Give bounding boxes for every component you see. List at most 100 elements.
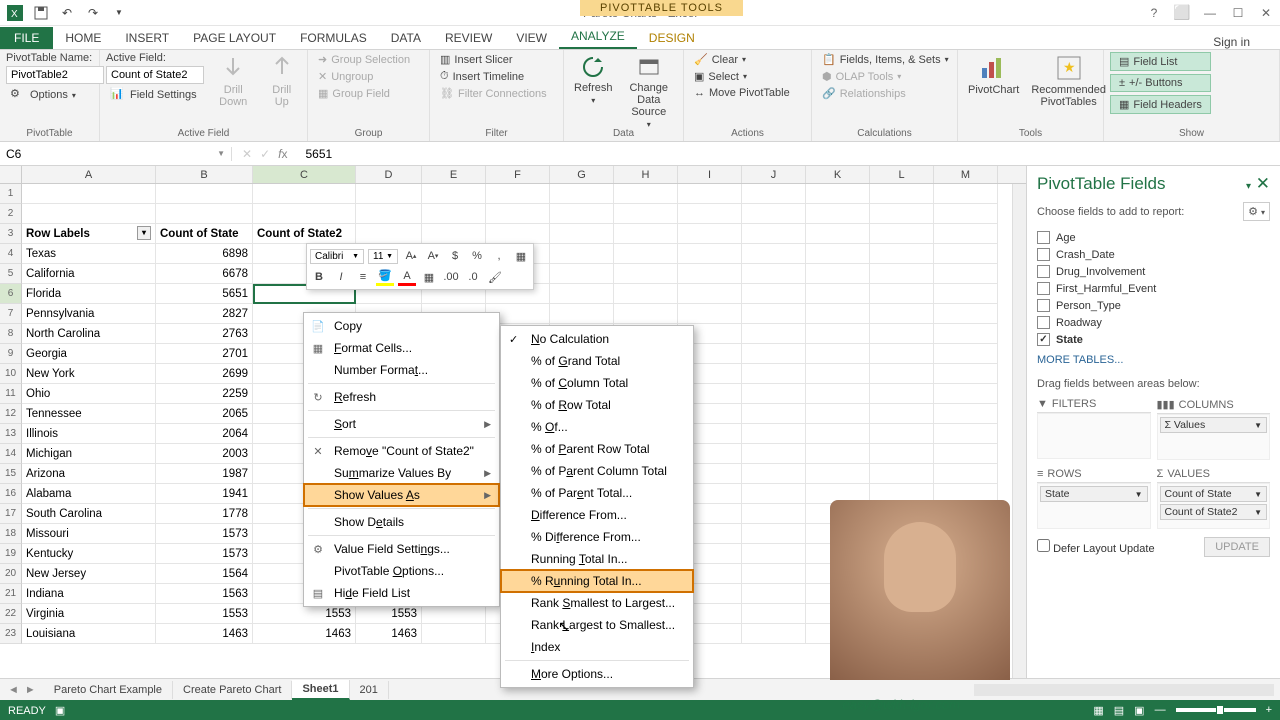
sub-grand-total[interactable]: % of Grand Total bbox=[501, 350, 693, 372]
cell[interactable] bbox=[742, 564, 806, 584]
cell[interactable] bbox=[422, 224, 486, 244]
cell[interactable]: 2064 bbox=[156, 424, 253, 444]
gear-icon[interactable]: ⚙ ▾ bbox=[1243, 202, 1270, 221]
row-header[interactable]: 20 bbox=[0, 564, 22, 584]
rows-pill[interactable]: State▼ bbox=[1040, 486, 1148, 502]
insert-timeline-button[interactable]: ⏱Insert Timeline bbox=[436, 69, 551, 84]
insert-slicer-button[interactable]: ▥Insert Slicer bbox=[436, 52, 551, 67]
ctx-format-cells[interactable]: ▦Format Cells... bbox=[304, 337, 499, 359]
sheet-tab-active[interactable]: Sheet1 bbox=[292, 680, 349, 700]
formula-input[interactable]: 5651 bbox=[297, 147, 1280, 161]
field-checkbox[interactable]: First_Harmful_Event bbox=[1037, 280, 1270, 297]
row-header[interactable]: 6 bbox=[0, 284, 22, 304]
clear-button[interactable]: 🧹Clear ▾ bbox=[690, 52, 794, 67]
column-header[interactable]: G bbox=[550, 166, 614, 183]
cell[interactable] bbox=[678, 224, 742, 244]
column-header[interactable]: F bbox=[486, 166, 550, 183]
cell[interactable] bbox=[934, 304, 998, 324]
help-icon[interactable]: ? bbox=[1140, 2, 1168, 24]
cell[interactable] bbox=[742, 464, 806, 484]
cell[interactable] bbox=[934, 464, 998, 484]
cell[interactable] bbox=[742, 224, 806, 244]
cell[interactable] bbox=[614, 204, 678, 224]
cell[interactable] bbox=[870, 324, 934, 344]
cell[interactable] bbox=[870, 464, 934, 484]
borders-icon[interactable]: ▦ bbox=[420, 268, 438, 286]
field-checkbox[interactable]: Person_Type bbox=[1037, 297, 1270, 314]
cell[interactable] bbox=[156, 184, 253, 204]
signin-link[interactable]: Sign in bbox=[1213, 35, 1250, 49]
cell[interactable] bbox=[870, 244, 934, 264]
cell[interactable] bbox=[356, 184, 422, 204]
field-list-toggle[interactable]: ▤Field List bbox=[1110, 52, 1211, 71]
cell[interactable] bbox=[550, 244, 614, 264]
cell[interactable] bbox=[870, 384, 934, 404]
ctx-copy[interactable]: 📄Copy bbox=[304, 315, 499, 337]
rows-area[interactable]: State▼ bbox=[1037, 483, 1151, 529]
cell[interactable] bbox=[934, 264, 998, 284]
row-header[interactable]: 13 bbox=[0, 424, 22, 444]
sheet-nav-prev-icon[interactable]: ◄ bbox=[8, 684, 19, 696]
sub-parent-column[interactable]: % of Parent Column Total bbox=[501, 460, 693, 482]
sub-running-total[interactable]: Running Total In... bbox=[501, 548, 693, 570]
fields-pane-close-icon[interactable]: ✕ bbox=[1256, 174, 1270, 193]
cell[interactable] bbox=[550, 204, 614, 224]
cell[interactable] bbox=[806, 204, 870, 224]
percent-format-icon[interactable]: % bbox=[468, 247, 486, 265]
cell[interactable]: 1778 bbox=[156, 504, 253, 524]
font-select[interactable]: Calibri ▼ bbox=[310, 249, 364, 264]
row-header[interactable]: 2 bbox=[0, 204, 22, 224]
cell[interactable] bbox=[934, 384, 998, 404]
cell[interactable] bbox=[742, 304, 806, 324]
cell[interactable]: Count of State bbox=[156, 224, 253, 244]
values-area[interactable]: Count of State▼ Count of State2▼ bbox=[1157, 483, 1271, 529]
cell[interactable] bbox=[870, 284, 934, 304]
column-header[interactable]: K bbox=[806, 166, 870, 183]
cell[interactable] bbox=[614, 304, 678, 324]
italic-icon[interactable]: I bbox=[332, 268, 350, 286]
cell[interactable] bbox=[934, 184, 998, 204]
tab-analyze[interactable]: ANALYZE bbox=[559, 25, 637, 49]
redo-icon[interactable]: ↷ bbox=[84, 4, 102, 22]
row-header[interactable]: 3 bbox=[0, 224, 22, 244]
cell[interactable]: Virginia bbox=[22, 604, 156, 624]
cell[interactable]: Missouri bbox=[22, 524, 156, 544]
cell[interactable] bbox=[678, 184, 742, 204]
cell[interactable] bbox=[356, 204, 422, 224]
row-header[interactable]: 16 bbox=[0, 484, 22, 504]
sub-rank-largest[interactable]: Rank Largest to Smallest... bbox=[501, 614, 693, 636]
defer-layout-checkbox[interactable]: Defer Layout Update bbox=[1037, 539, 1155, 555]
sub-pct-difference[interactable]: % Difference From... bbox=[501, 526, 693, 548]
cell[interactable] bbox=[614, 244, 678, 264]
cell[interactable]: 1573 bbox=[156, 524, 253, 544]
cell[interactable] bbox=[742, 484, 806, 504]
ctx-show-details[interactable]: Show Details bbox=[304, 511, 499, 533]
cell[interactable]: Michigan bbox=[22, 444, 156, 464]
sub-of[interactable]: % Of... bbox=[501, 416, 693, 438]
cell[interactable]: Tennessee bbox=[22, 404, 156, 424]
ctx-summarize[interactable]: Summarize Values By▶ bbox=[304, 462, 499, 484]
field-checkbox[interactable]: State bbox=[1037, 331, 1270, 348]
cell[interactable] bbox=[678, 244, 742, 264]
cell[interactable] bbox=[356, 224, 422, 244]
cell[interactable]: 2701 bbox=[156, 344, 253, 364]
tab-view[interactable]: VIEW bbox=[504, 27, 559, 49]
cell[interactable] bbox=[742, 184, 806, 204]
row-header[interactable]: 22 bbox=[0, 604, 22, 624]
column-header[interactable]: E bbox=[422, 166, 486, 183]
cell[interactable]: 1564 bbox=[156, 564, 253, 584]
cell[interactable]: Texas bbox=[22, 244, 156, 264]
cell[interactable] bbox=[870, 204, 934, 224]
cell[interactable] bbox=[742, 264, 806, 284]
cell[interactable] bbox=[806, 184, 870, 204]
active-field-input[interactable] bbox=[106, 66, 204, 84]
cell[interactable] bbox=[550, 184, 614, 204]
sub-more-options[interactable]: More Options... bbox=[501, 663, 693, 685]
cell[interactable] bbox=[156, 204, 253, 224]
cell[interactable] bbox=[742, 344, 806, 364]
cell[interactable]: 2065 bbox=[156, 404, 253, 424]
shrink-font-icon[interactable]: A▾ bbox=[424, 247, 442, 265]
ctx-sort[interactable]: Sort▶ bbox=[304, 413, 499, 435]
font-size-select[interactable]: 11 ▼ bbox=[368, 249, 398, 264]
cell[interactable] bbox=[934, 364, 998, 384]
